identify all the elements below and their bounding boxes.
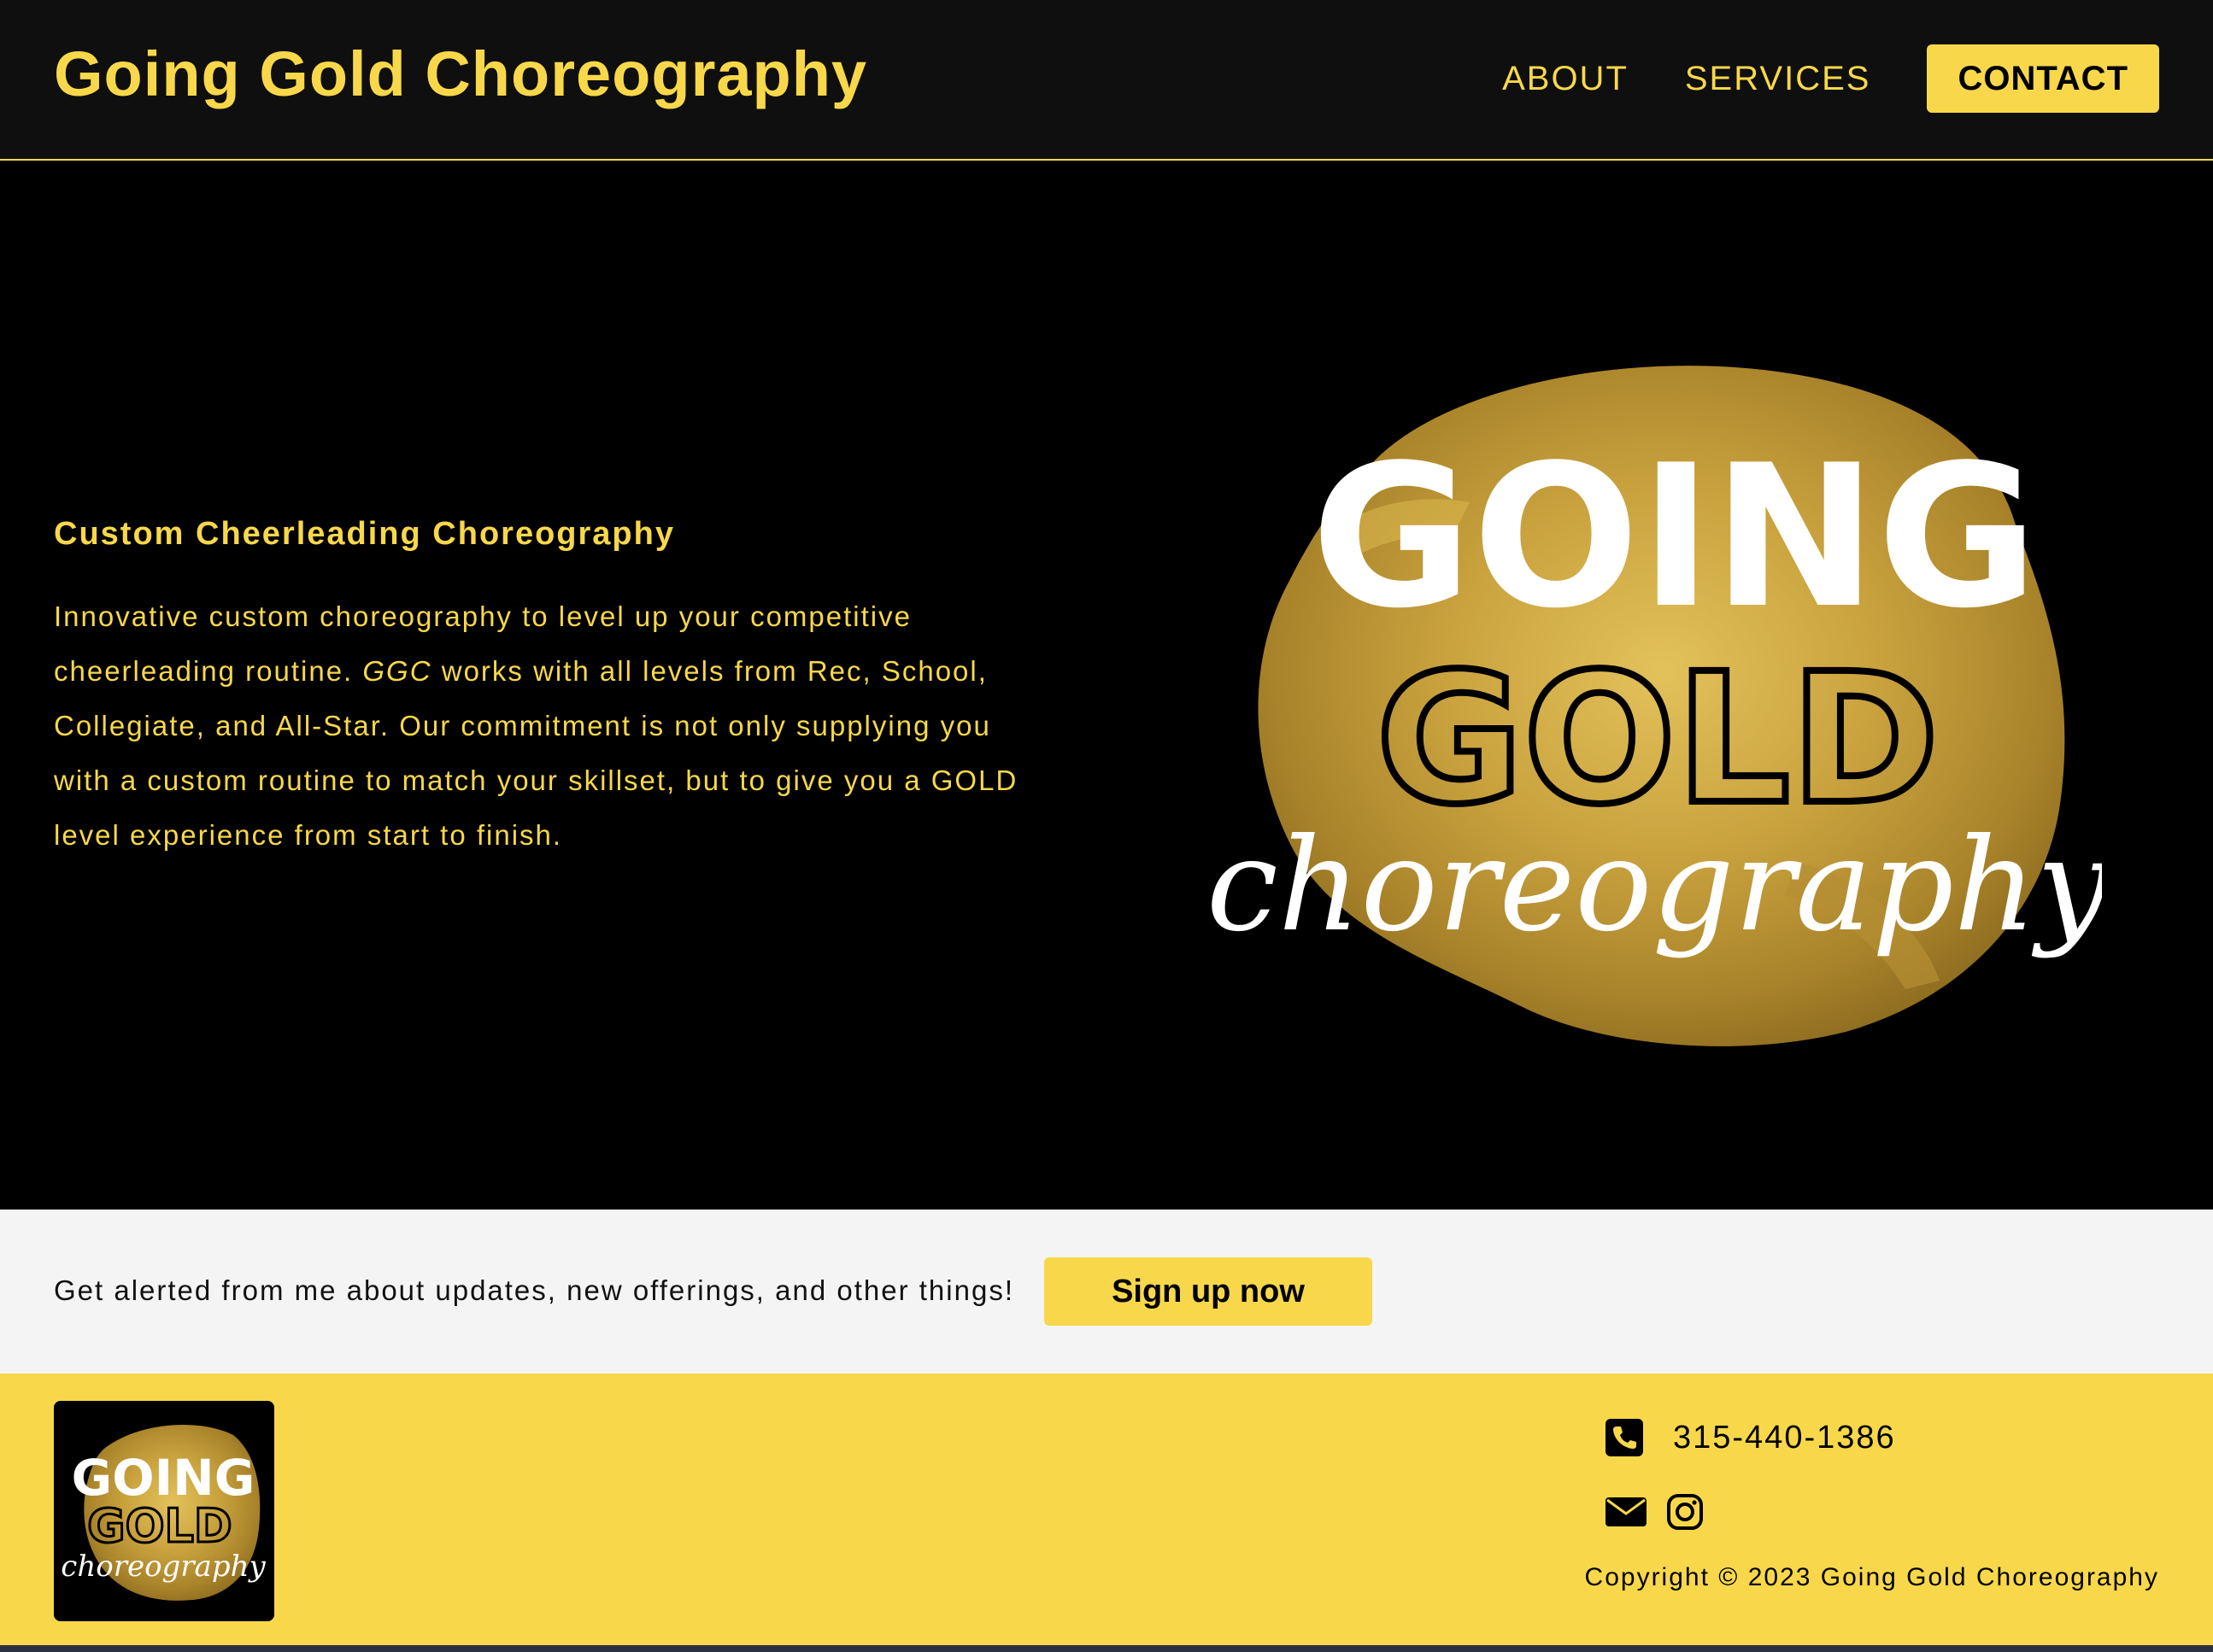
signup-section: Get alerted from me about updates, new o… xyxy=(0,1210,2213,1374)
phone-number[interactable]: 315-440-1386 xyxy=(1673,1420,1896,1456)
phone-row: 315-440-1386 xyxy=(1605,1418,1896,1457)
hero-heading: Custom Cheerleading Choreography xyxy=(54,516,675,552)
email-icon[interactable] xyxy=(1605,1495,1647,1529)
going-gold-logo: GOING GOLD choreography xyxy=(1206,366,2102,1046)
hero-description: Innovative custom choreography to level … xyxy=(54,589,1045,863)
nav-about[interactable]: ABOUT xyxy=(1502,60,1629,98)
social-icons-row xyxy=(1605,1493,1704,1531)
brand-title[interactable]: Going Gold Choreography xyxy=(54,38,867,110)
main-nav: ABOUT SERVICES CONTACT xyxy=(1502,44,2159,113)
window-bottom-edge xyxy=(0,1645,2213,1652)
signup-prompt: Get alerted from me about updates, new o… xyxy=(54,1274,1014,1306)
copyright-text: Copyright © 2023 Going Gold Choreography xyxy=(1584,1563,2159,1591)
logo-going-text: GOING xyxy=(1311,424,2038,652)
nav-services[interactable]: SERVICES xyxy=(1685,60,1871,98)
phone-icon[interactable] xyxy=(1605,1418,1644,1457)
hero-text-ggc: GGC xyxy=(362,655,432,687)
footer-logo-going: GOING xyxy=(72,1449,255,1507)
signup-button[interactable]: Sign up now xyxy=(1044,1257,1372,1326)
footer-logo-gold: GOLD xyxy=(87,1499,232,1553)
instagram-icon[interactable] xyxy=(1666,1493,1704,1531)
footer-logo-choreography: choreography xyxy=(61,1549,266,1584)
nav-contact-button[interactable]: CONTACT xyxy=(1927,44,2159,113)
hero-section: Custom Cheerleading Choreography Innovat… xyxy=(0,161,2213,1210)
site-header: Going Gold Choreography ABOUT SERVICES C… xyxy=(0,0,2213,161)
footer-logo[interactable]: GOING GOLD choreography xyxy=(54,1401,274,1621)
site-footer: GOING GOLD choreography 315-440-1386 Cop… xyxy=(0,1374,2213,1645)
logo-choreography-text: choreography xyxy=(1206,811,2102,960)
